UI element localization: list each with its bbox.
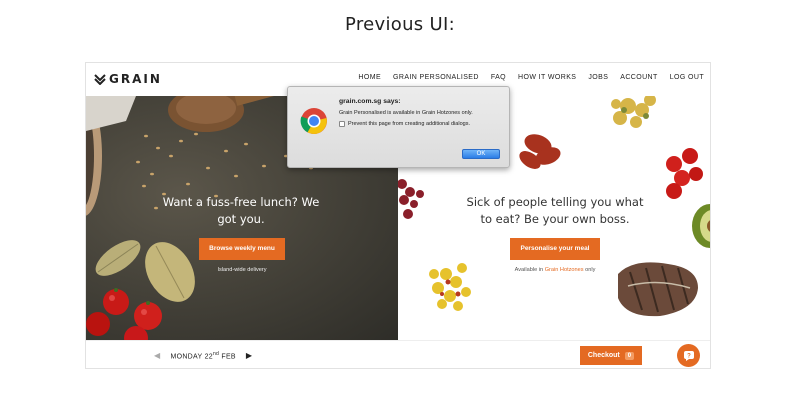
logo-text: GRAIN (109, 72, 162, 86)
date-navigator: ◀ MONDAY 22nd FEB ▶ (154, 351, 252, 360)
grain-hotzones-link[interactable]: Grain Hotzones (545, 267, 584, 273)
dialog-message: Grain Personalised is available in Grain… (339, 110, 473, 116)
chrome-icon (300, 107, 328, 135)
availability-suffix: only (585, 267, 596, 273)
nav-account[interactable]: ACCOUNT (620, 74, 657, 81)
personalise-meal-button[interactable]: Personalise your meal (510, 238, 600, 260)
checkout-label: Checkout (587, 352, 620, 359)
alert-dialog: grain.com.sg says: Grain Personalised is… (287, 86, 510, 168)
date-suffix: nd (212, 351, 220, 357)
nav-grain-personalised[interactable]: GRAIN PERSONALISED (393, 74, 479, 81)
hero-left-subtext: Island-wide delivery (217, 267, 267, 273)
browse-weekly-menu-button[interactable]: Browse weekly menu (199, 238, 285, 260)
next-day-icon[interactable]: ▶ (246, 351, 252, 360)
prev-day-icon[interactable]: ◀ (154, 351, 160, 360)
prevent-dialogs-checkbox[interactable]: Prevent this page from creating addition… (339, 121, 470, 127)
ok-button[interactable]: OK (462, 149, 500, 159)
checkout-button[interactable]: Checkout 0 (580, 346, 642, 365)
svg-text:?: ? (687, 353, 691, 359)
grain-logo-icon (94, 73, 106, 85)
current-date: MONDAY 22nd FEB (170, 351, 235, 360)
nav-how-it-works[interactable]: HOW IT WORKS (518, 74, 576, 81)
main-menu: HOME GRAIN PERSONALISED FAQ HOW IT WORKS… (358, 74, 704, 81)
availability-prefix: Available in (514, 267, 544, 273)
nav-faq[interactable]: FAQ (491, 74, 506, 81)
logo[interactable]: GRAIN (94, 72, 162, 86)
cart-count-badge: 0 (624, 351, 635, 360)
dialog-title: grain.com.sg says: (339, 98, 401, 105)
date-day: MONDAY 22 (170, 353, 213, 361)
checkbox-box[interactable] (339, 121, 345, 127)
hero-right-title: Sick of people telling you what to eat? … (466, 195, 644, 226)
nav-log-out[interactable]: LOG OUT (670, 74, 704, 81)
hero-left-title: Want a fuss-free lunch? We got you. (162, 195, 320, 226)
browser-page: GRAIN HOME GRAIN PERSONALISED FAQ HOW IT… (85, 62, 711, 369)
bottom-bar: ◀ MONDAY 22nd FEB ▶ Checkout 0 ? (86, 340, 710, 368)
chat-help-icon[interactable]: ? (677, 344, 700, 367)
hero-right-subtext: Available in Grain Hotzones only (490, 267, 620, 273)
nav-jobs[interactable]: JOBS (588, 74, 608, 81)
checkbox-label: Prevent this page from creating addition… (348, 121, 470, 127)
nav-home[interactable]: HOME (358, 74, 381, 81)
date-month: FEB (221, 353, 236, 361)
caption: Previous UI: (345, 14, 455, 35)
